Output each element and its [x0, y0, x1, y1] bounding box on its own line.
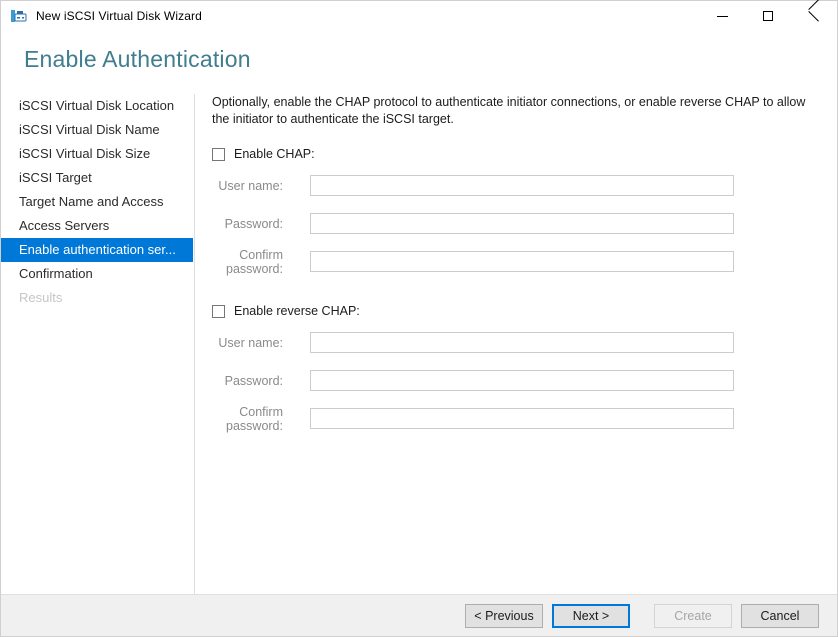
previous-button[interactable]: < Previous	[465, 604, 543, 628]
section-spacer	[212, 289, 817, 302]
reverse-chap-confirm-password-label: Confirm password:	[212, 405, 310, 433]
wizard-steps-nav: iSCSI Virtual Disk Location iSCSI Virtua…	[1, 94, 195, 594]
reverse-chap-username-row: User name:	[212, 332, 817, 353]
reverse-chap-username-input[interactable]	[310, 332, 734, 353]
wizard-footer: < Previous Next > Create Cancel	[1, 594, 837, 636]
maximize-icon	[763, 11, 773, 21]
enable-reverse-chap-label: Enable reverse CHAP:	[234, 304, 360, 318]
maximize-button[interactable]	[745, 1, 791, 31]
enable-chap-label: Enable CHAP:	[234, 147, 315, 161]
enable-reverse-chap-checkbox[interactable]	[212, 305, 225, 318]
minimize-icon	[717, 16, 728, 17]
window-controls	[699, 1, 837, 31]
reverse-chap-username-label: User name:	[212, 336, 310, 350]
minimize-button[interactable]	[699, 1, 745, 31]
enable-reverse-chap-row[interactable]: Enable reverse CHAP:	[212, 302, 817, 320]
reverse-chap-password-input[interactable]	[310, 370, 734, 391]
chap-password-row: Password:	[212, 213, 817, 234]
enable-chap-row[interactable]: Enable CHAP:	[212, 145, 817, 163]
cancel-button[interactable]: Cancel	[741, 604, 819, 628]
chap-confirm-password-input[interactable]	[310, 251, 734, 272]
chap-password-label: Password:	[212, 217, 310, 231]
sidebar-item-confirmation[interactable]: Confirmation	[1, 262, 193, 286]
sidebar-item-enable-authentication[interactable]: Enable authentication ser...	[1, 238, 193, 262]
chap-confirm-password-row: Confirm password:	[212, 251, 817, 272]
reverse-chap-password-label: Password:	[212, 374, 310, 388]
reverse-chap-confirm-password-input[interactable]	[310, 408, 734, 429]
iscsi-disk-icon	[11, 8, 27, 24]
sidebar-item-results: Results	[1, 286, 193, 310]
close-button[interactable]	[791, 1, 837, 31]
sidebar-item-access-servers[interactable]: Access Servers	[1, 214, 193, 238]
wizard-window: New iSCSI Virtual Disk Wizard Enable Aut…	[0, 0, 838, 637]
enable-chap-checkbox[interactable]	[212, 148, 225, 161]
chap-password-input[interactable]	[310, 213, 734, 234]
main-panel: Optionally, enable the CHAP protocol to …	[195, 94, 837, 594]
title-bar: New iSCSI Virtual Disk Wizard	[1, 1, 837, 31]
next-button[interactable]: Next >	[552, 604, 630, 628]
sidebar-item-iscsi-virtual-disk-size[interactable]: iSCSI Virtual Disk Size	[1, 142, 193, 166]
close-icon	[808, 10, 820, 22]
sidebar-item-iscsi-virtual-disk-name[interactable]: iSCSI Virtual Disk Name	[1, 118, 193, 142]
sidebar-item-target-name-and-access[interactable]: Target Name and Access	[1, 190, 193, 214]
chap-username-input[interactable]	[310, 175, 734, 196]
create-button: Create	[654, 604, 732, 628]
page-description: Optionally, enable the CHAP protocol to …	[212, 94, 812, 128]
sidebar-item-iscsi-target[interactable]: iSCSI Target	[1, 166, 193, 190]
window-title: New iSCSI Virtual Disk Wizard	[36, 9, 202, 23]
chap-confirm-password-label: Confirm password:	[212, 248, 310, 276]
sidebar-item-iscsi-virtual-disk-location[interactable]: iSCSI Virtual Disk Location	[1, 94, 193, 118]
reverse-chap-password-row: Password:	[212, 370, 817, 391]
page-title: Enable Authentication	[1, 31, 837, 72]
chap-username-row: User name:	[212, 175, 817, 196]
reverse-chap-confirm-password-row: Confirm password:	[212, 408, 817, 429]
wizard-body: iSCSI Virtual Disk Location iSCSI Virtua…	[1, 72, 837, 594]
chap-username-label: User name:	[212, 179, 310, 193]
